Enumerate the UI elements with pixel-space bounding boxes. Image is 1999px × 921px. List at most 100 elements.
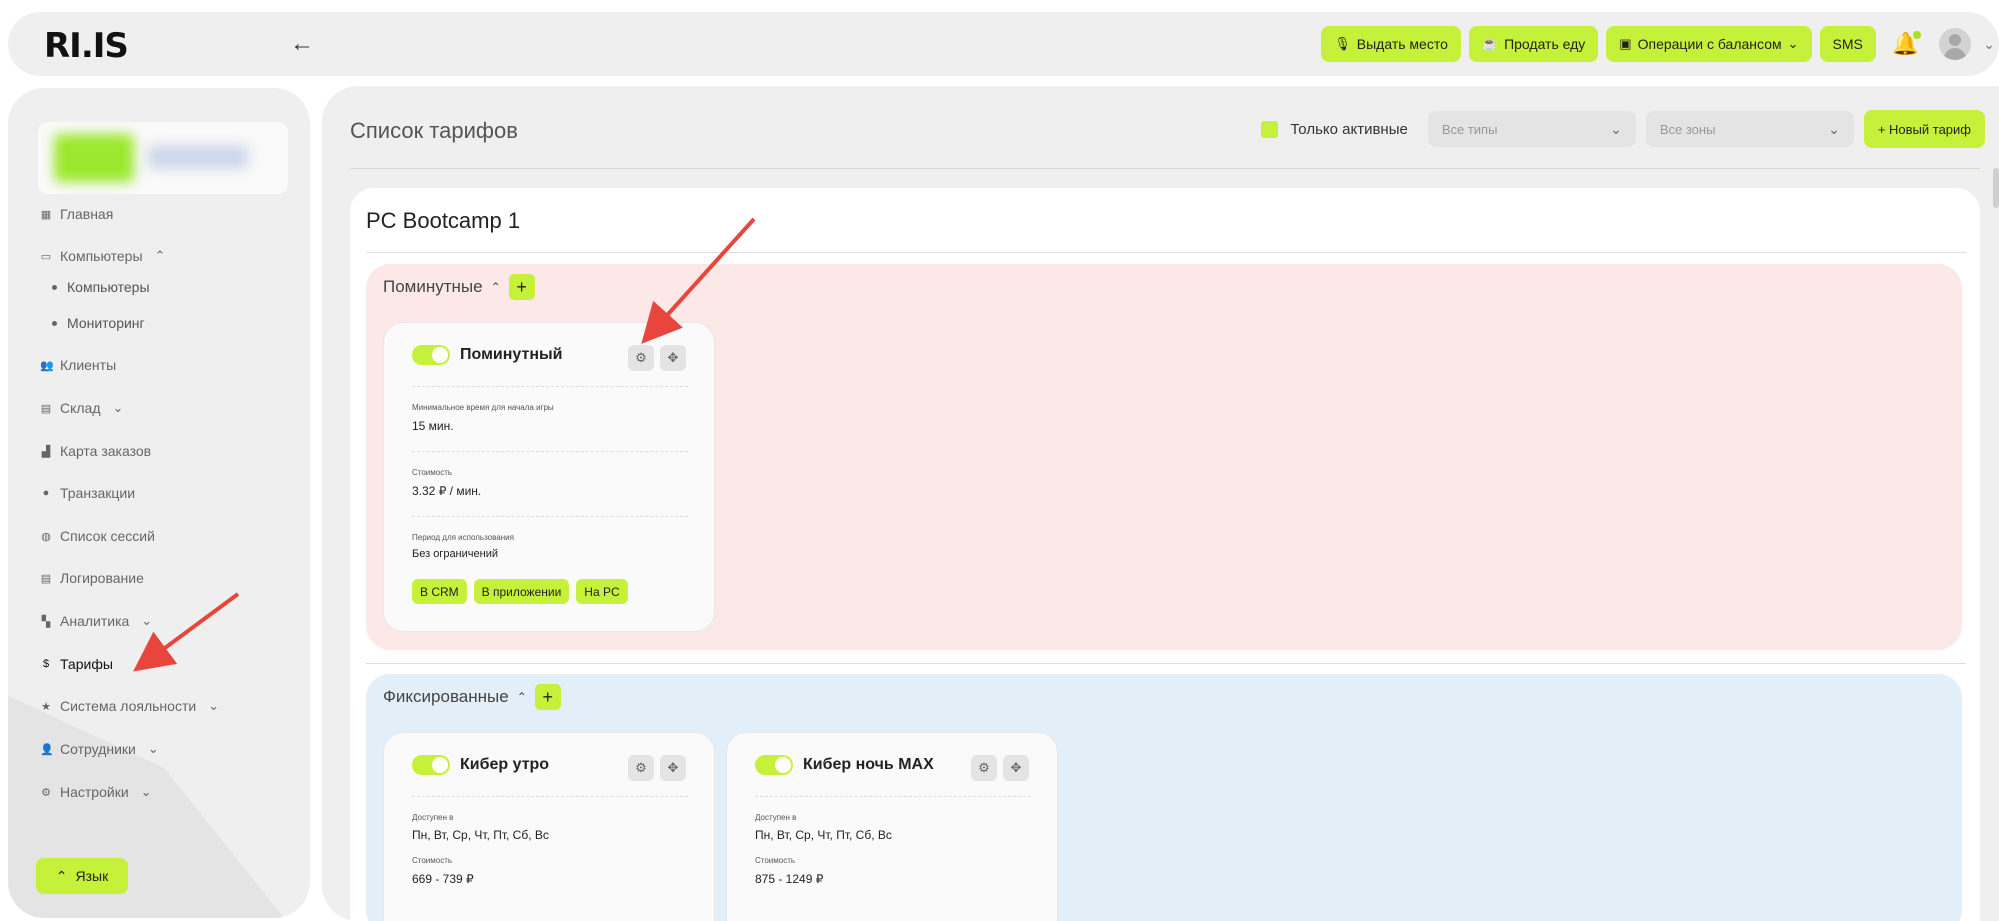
- active-toggle[interactable]: [412, 345, 450, 365]
- chevron-down-icon: ⌄: [141, 613, 153, 628]
- sidebar-item-logging[interactable]: ▤ Логирование: [40, 570, 144, 586]
- bell-icon[interactable]: 🔔: [1892, 31, 1922, 57]
- sidebar-item-orders-map[interactable]: ▟ Карта заказов: [40, 443, 151, 459]
- arrow-left-icon[interactable]: ←: [290, 30, 314, 58]
- card-header: Кибер ночь MAX: [755, 755, 934, 775]
- sidebar-item-analytics[interactable]: ▚ Аналитика ⌄: [40, 613, 152, 629]
- chevron-up-icon: ⌃: [55, 867, 68, 884]
- field-label: Стоимость: [412, 468, 453, 477]
- gear-icon: ⚙: [41, 786, 51, 799]
- tariff-card: Кибер утро ⚙ ✥ Доступен в Пн, Вт, Ср, Чт…: [383, 732, 715, 921]
- active-toggle[interactable]: [755, 755, 793, 775]
- archive-icon: ▤: [40, 402, 52, 415]
- sidebar-item-clients[interactable]: 👥 Клиенты: [40, 357, 116, 373]
- balance-operations-button[interactable]: ▣ Операции с балансом ⌄: [1606, 26, 1812, 62]
- new-tariff-button[interactable]: + Новый тариф: [1863, 110, 1985, 148]
- chevron-up-icon: ⌃: [154, 248, 166, 263]
- zone-select-value: Все зоны: [1659, 121, 1716, 137]
- zone-title: PC Bootcamp 1: [366, 208, 521, 233]
- give-seat-label: Выдать место: [1356, 36, 1448, 52]
- add-tariff-button[interactable]: +: [508, 274, 535, 300]
- bullet: [52, 284, 57, 290]
- sidebar-item-employees[interactable]: 👤 Сотрудники ⌄: [40, 741, 159, 757]
- move-icon[interactable]: ✥: [1003, 755, 1029, 781]
- badge-app[interactable]: В приложении: [473, 579, 570, 604]
- chevron-down-icon: ⌄: [208, 698, 220, 713]
- cart-icon: ▟: [41, 445, 51, 458]
- grid-icon: ▦: [40, 208, 52, 221]
- move-icon[interactable]: ✥: [660, 345, 686, 371]
- type-select[interactable]: Все типы ⌄: [1427, 111, 1636, 147]
- fixed-group: Фиксированные ⌃ + Кибер утро ⚙ ✥ Доступе…: [366, 674, 1962, 921]
- scrollbar[interactable]: [1993, 168, 1999, 208]
- sidebar-subitem-computers[interactable]: Компьютеры: [52, 279, 150, 295]
- active-toggle[interactable]: [412, 755, 450, 775]
- field-label: Минимальное время для начала игры: [412, 403, 554, 412]
- gear-icon[interactable]: ⚙: [628, 755, 654, 781]
- chevron-down-icon: ⌄: [1610, 120, 1622, 137]
- field-label: Доступен в: [412, 813, 454, 822]
- balance-operations-label: Операции с балансом: [1637, 36, 1782, 52]
- sidebar-item-home[interactable]: ▦ Главная: [40, 206, 114, 222]
- sidebar-subitem-monitoring[interactable]: Мониторинг: [52, 315, 145, 331]
- sidebar-item-warehouse[interactable]: ▤ Склад ⌄: [40, 400, 124, 416]
- sidebar-item-loyalty[interactable]: ★ Система лояльности ⌄: [40, 698, 219, 714]
- user-icon: 👤: [40, 743, 54, 756]
- only-active-checkbox[interactable]: [1261, 120, 1279, 138]
- sidebar-subitem-label: Мониторинг: [67, 315, 145, 331]
- sidebar-item-label: Список сессий: [60, 528, 155, 544]
- add-tariff-button[interactable]: +: [534, 684, 561, 710]
- sidebar-subitem-label: Компьютеры: [67, 279, 150, 295]
- move-icon[interactable]: ✥: [660, 755, 686, 781]
- field-label: Стоимость: [412, 856, 453, 865]
- card-header: Кибер утро: [412, 755, 549, 775]
- field-label: Доступен в: [755, 813, 797, 822]
- microphone-icon: 🎙: [1334, 36, 1351, 51]
- card-tools: ⚙ ✥: [628, 345, 686, 371]
- divider: [412, 516, 688, 517]
- sidebar: ▦ Главная ▭ Компьютеры ⌃ Компьютеры Мони…: [8, 88, 310, 918]
- badge-crm[interactable]: В CRM: [412, 579, 467, 604]
- tariff-card: Поминутный ⚙ ✥ Минимальное время для нач…: [383, 322, 715, 632]
- give-seat-button[interactable]: 🎙 Выдать место: [1321, 26, 1461, 62]
- sidebar-item-transactions[interactable]: ● Транзакции: [40, 485, 135, 501]
- club-card-blurred: [38, 122, 288, 194]
- sell-food-button[interactable]: ☕ Продать еду: [1468, 26, 1599, 62]
- document-icon: ▤: [40, 572, 52, 585]
- zone-select[interactable]: Все зоны ⌄: [1645, 111, 1854, 147]
- divider: [412, 451, 688, 452]
- type-select-value: Все типы: [1441, 121, 1498, 137]
- badge-pc[interactable]: На PC: [576, 579, 628, 604]
- star-icon: ★: [41, 700, 51, 713]
- field-value: 15 мин.: [412, 419, 454, 433]
- divider: [366, 252, 1966, 253]
- sidebar-item-settings[interactable]: ⚙ Настройки ⌄: [40, 784, 152, 800]
- divider: [412, 386, 688, 387]
- sidebar-item-label: Аналитика: [60, 613, 130, 629]
- laptop-icon: ▭: [40, 250, 52, 263]
- mouse-icon: ◍: [41, 530, 51, 543]
- sidebar-item-sessions[interactable]: ◍ Список сессий: [40, 528, 155, 544]
- gear-icon[interactable]: ⚙: [971, 755, 997, 781]
- bullet: [52, 320, 57, 326]
- group-title: Фиксированные: [383, 687, 509, 706]
- sms-label: SMS: [1832, 36, 1863, 52]
- sidebar-item-label: Настройки: [60, 784, 129, 800]
- chevron-down-icon[interactable]: ⌄: [1983, 36, 1995, 53]
- chevron-up-icon[interactable]: ⌃: [491, 280, 501, 294]
- channel-badges: В CRM В приложении На PC: [412, 579, 628, 604]
- sidebar-item-tariffs[interactable]: $ Тарифы: [40, 656, 113, 672]
- gear-icon[interactable]: ⚙: [628, 345, 654, 371]
- dashboard-icon: ▚: [41, 615, 51, 628]
- sidebar-item-computers[interactable]: ▭ Компьютеры ⌃: [40, 248, 166, 264]
- language-button[interactable]: ⌃ Язык: [36, 858, 128, 894]
- divider: [350, 168, 1980, 169]
- card-header: Поминутный: [412, 345, 563, 365]
- sidebar-item-label: Клиенты: [60, 357, 117, 373]
- avatar[interactable]: [1939, 28, 1972, 60]
- top-actions: 🎙 Выдать место ☕ Продать еду ▣ Операции …: [1321, 26, 1999, 62]
- chevron-down-icon: ⌄: [112, 400, 124, 415]
- chevron-up-icon[interactable]: ⌃: [517, 690, 527, 704]
- wallet-icon: ▣: [1619, 36, 1632, 51]
- sms-button[interactable]: SMS: [1819, 26, 1876, 62]
